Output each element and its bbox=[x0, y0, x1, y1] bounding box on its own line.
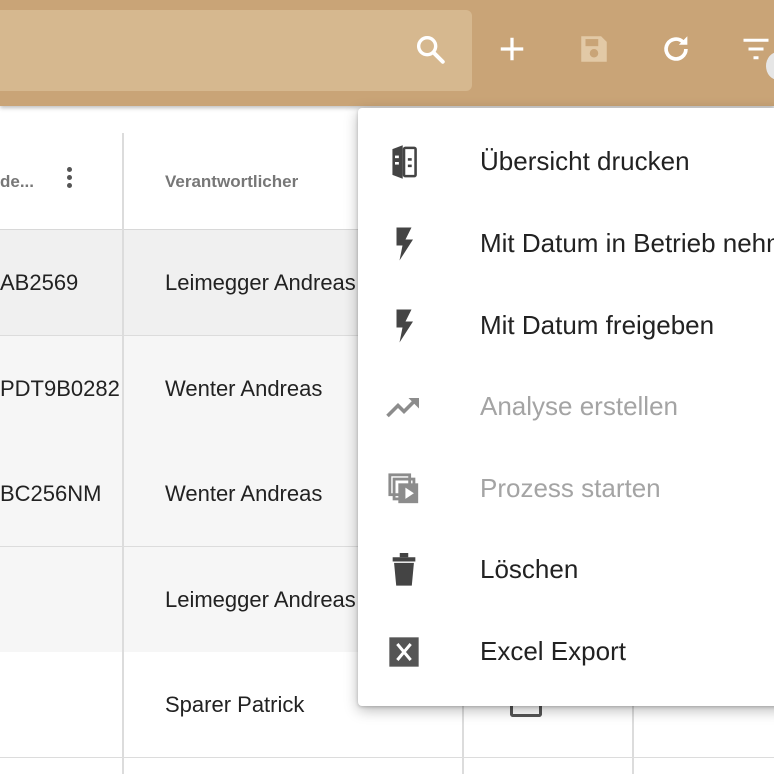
cell-owner: Wenter Andreas bbox=[165, 376, 323, 401]
cell-owner: Leimegger Andreas bbox=[165, 587, 356, 612]
menu-item-label: Mit Datum in Betrieb nehmen bbox=[480, 228, 774, 258]
menu-item-release-with-date[interactable]: Mit Datum freigeben bbox=[358, 286, 774, 368]
menu-item-commission-with-date[interactable]: Mit Datum in Betrieb nehmen bbox=[358, 204, 774, 286]
plus-icon[interactable] bbox=[492, 29, 532, 69]
menu-item-create-analysis[interactable]: Analyse erstellen bbox=[358, 367, 774, 449]
cell-code: PDT9B0282 bbox=[0, 376, 120, 401]
trash-icon bbox=[386, 552, 422, 588]
menu-item-start-process[interactable]: Prozess starten bbox=[358, 449, 774, 531]
search-field[interactable] bbox=[0, 10, 472, 91]
column-divider bbox=[122, 133, 124, 774]
cell-owner: Sparer Patrick bbox=[165, 692, 305, 717]
flash-icon bbox=[386, 308, 422, 344]
column-menu-icon[interactable] bbox=[59, 164, 79, 196]
menu-item-delete[interactable]: Löschen bbox=[358, 530, 774, 612]
context-menu: Übersicht drucken Mit Datum in Betrieb n… bbox=[358, 108, 774, 706]
play-queue-icon bbox=[386, 471, 422, 507]
excel-icon bbox=[386, 634, 422, 670]
save-icon[interactable] bbox=[574, 29, 614, 69]
search-icon[interactable] bbox=[410, 29, 450, 69]
menu-item-label: Excel Export bbox=[480, 636, 626, 666]
top-toolbar bbox=[0, 0, 774, 106]
refresh-icon[interactable] bbox=[656, 29, 696, 69]
cell-owner: Wenter Andreas bbox=[165, 481, 323, 506]
flash-icon bbox=[386, 226, 422, 262]
menu-item-label: Übersicht drucken bbox=[480, 146, 690, 176]
menu-item-excel-export[interactable]: Excel Export bbox=[358, 612, 774, 694]
menu-item-label: Mit Datum freigeben bbox=[480, 310, 715, 340]
menu-item-label: Analyse erstellen bbox=[480, 391, 678, 421]
column-header-owner[interactable]: Verantwortlicher bbox=[165, 172, 298, 192]
print-overview-icon bbox=[386, 144, 422, 180]
cell-code: BC256NM bbox=[0, 481, 102, 506]
menu-item-label: Prozess starten bbox=[480, 473, 661, 503]
trending-up-icon bbox=[386, 389, 422, 425]
column-header-code[interactable]: de... bbox=[0, 172, 34, 192]
cell-code: AB2569 bbox=[0, 270, 79, 295]
cell-owner: Leimegger Andreas bbox=[165, 270, 356, 295]
menu-item-print-overview[interactable]: Übersicht drucken bbox=[358, 122, 774, 204]
menu-item-label: Löschen bbox=[480, 554, 579, 584]
